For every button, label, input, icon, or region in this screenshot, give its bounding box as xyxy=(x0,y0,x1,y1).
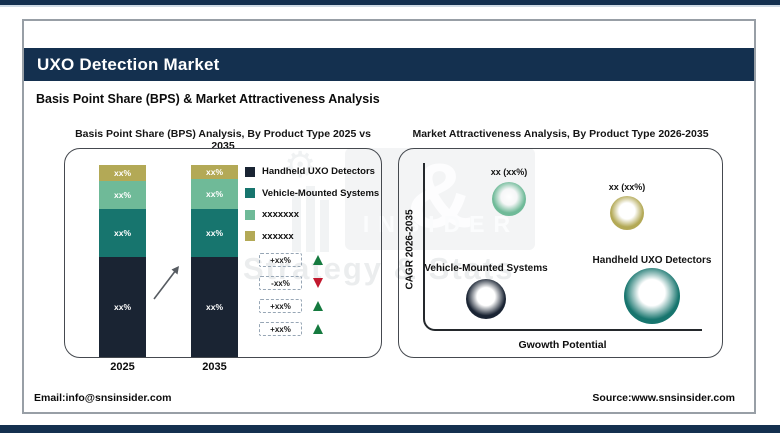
legend-item: xxxxxxx xyxy=(245,209,379,220)
bar-segment: xx% xyxy=(99,209,146,257)
bubble xyxy=(624,268,680,324)
change-badge-value: +xx% xyxy=(259,253,302,267)
bubble xyxy=(466,279,506,319)
bps-chart-panel: xx% xx% xx% xx% xx% xx% xx% xx% Handheld UXO D… xyxy=(64,148,382,358)
bar-segment-value: xx% xyxy=(114,190,131,200)
y-axis-label: CAGR 2026-2035 xyxy=(405,175,416,325)
trend-up-icon xyxy=(313,324,323,334)
bar-segment: xx% xyxy=(191,165,238,179)
legend-item: xxxxxx xyxy=(245,231,379,242)
trend-up-icon xyxy=(313,301,323,311)
bubble-label: Vehicle-Mounted Systems xyxy=(406,263,566,274)
change-badge: +xx% xyxy=(259,322,323,336)
stacked-bar-2025: xx% xx% xx% xx% xyxy=(99,165,146,357)
bar-segment-value: xx% xyxy=(206,189,223,199)
change-badge-value: +xx% xyxy=(259,322,302,336)
bar-segment-value: xx% xyxy=(114,302,131,312)
x-tick-2035: 2035 xyxy=(181,361,248,373)
change-badge: -xx% xyxy=(259,276,323,290)
legend-swatch xyxy=(245,188,255,198)
footer-email: Email:info@snsinsider.com xyxy=(34,392,171,404)
legend-item: Handheld UXO Detectors xyxy=(245,166,379,177)
change-badge: +xx% xyxy=(259,299,323,313)
bar-segment: xx% xyxy=(99,257,146,357)
page-title-bar: UXO Detection Market xyxy=(24,48,754,81)
bar-segment-value: xx% xyxy=(206,228,223,238)
bar-segment: xx% xyxy=(99,181,146,209)
bar-segment: xx% xyxy=(99,165,146,181)
bar-segment-value: xx% xyxy=(114,168,131,178)
legend-label: xxxxxx xyxy=(262,231,294,242)
legend-swatch xyxy=(245,210,255,220)
bubble-label: xx (xx%) xyxy=(429,167,589,177)
bar-segment: xx% xyxy=(191,209,238,257)
bubble-label: xx (xx%) xyxy=(547,182,707,192)
page-subtitle: Basis Point Share (BPS) & Market Attract… xyxy=(36,92,380,106)
bar-segment-value: xx% xyxy=(206,302,223,312)
legend: Handheld UXO Detectors Vehicle-Mounted Sy… xyxy=(245,166,379,252)
legend-label: Vehicle-Mounted Systems xyxy=(262,188,379,199)
footer-source: Source:www.snsinsider.com xyxy=(592,392,735,404)
growth-arrow-icon xyxy=(150,262,184,304)
bar-segment-value: xx% xyxy=(206,167,223,177)
legend-label: xxxxxxx xyxy=(262,209,299,220)
legend-swatch xyxy=(245,167,255,177)
trend-down-icon xyxy=(313,278,323,288)
legend-item: Vehicle-Mounted Systems xyxy=(245,188,379,199)
bubble xyxy=(610,196,644,230)
legend-label: Handheld UXO Detectors xyxy=(262,166,375,177)
x-axis-label: Gwowth Potential xyxy=(423,339,702,351)
bottom-accent-bar xyxy=(0,425,780,433)
bar-segment-value: xx% xyxy=(114,228,131,238)
bubble xyxy=(492,182,526,216)
legend-swatch xyxy=(245,231,255,241)
attractiveness-chart-panel: CAGR 2026-2035 Gwowth Potential xx (xx%)… xyxy=(398,148,723,358)
attractiveness-chart-title: Market Attractiveness Analysis, By Produ… xyxy=(398,128,723,140)
bubble-label: Handheld UXO Detectors xyxy=(572,255,732,266)
bar-segment: xx% xyxy=(191,179,238,209)
change-badge: +xx% xyxy=(259,253,323,267)
x-tick-2025: 2025 xyxy=(89,361,156,373)
bar-segment: xx% xyxy=(191,257,238,357)
change-badge-value: +xx% xyxy=(259,299,302,313)
stacked-bar-2035: xx% xx% xx% xx% xyxy=(191,165,238,357)
change-badge-value: -xx% xyxy=(259,276,302,290)
page-title: UXO Detection Market xyxy=(37,55,220,75)
top-accent-bar xyxy=(0,0,780,7)
trend-up-icon xyxy=(313,255,323,265)
badge-list: +xx% -xx% +xx% +xx% xyxy=(259,253,323,345)
